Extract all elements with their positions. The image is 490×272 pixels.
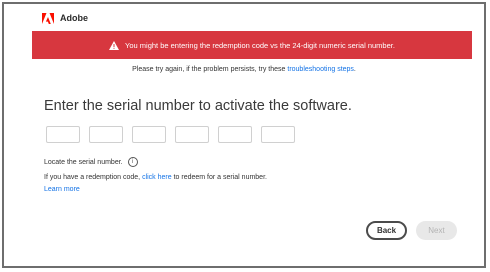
error-message: You might be entering the redemption cod…	[125, 40, 395, 50]
retry-suffix: .	[353, 66, 356, 73]
page-title: Enter the serial number to activate the …	[44, 98, 352, 114]
serial-field-1[interactable]	[46, 126, 80, 143]
brand-name: Adobe	[60, 12, 88, 23]
redeem-suffix: to redeem for a serial number.	[171, 174, 267, 181]
alert-triangle-icon	[109, 40, 120, 50]
back-button[interactable]: Back	[366, 221, 407, 240]
redeem-link[interactable]: click here	[142, 174, 172, 181]
serial-field-5[interactable]	[218, 126, 252, 143]
locate-serial-row: Locate the serial number. i	[44, 157, 138, 167]
serial-field-2[interactable]	[89, 126, 123, 143]
serial-field-4[interactable]	[175, 126, 209, 143]
troubleshooting-link[interactable]: troubleshooting steps	[287, 66, 354, 73]
error-banner: You might be entering the redemption cod…	[32, 31, 472, 59]
retry-message: Please try again, if the problem persist…	[4, 66, 484, 73]
header: Adobe	[4, 4, 484, 31]
learn-more-link[interactable]: Learn more	[44, 186, 80, 193]
locate-serial-label: Locate the serial number.	[44, 158, 123, 166]
serial-field-3[interactable]	[132, 126, 166, 143]
adobe-logo-icon	[42, 12, 54, 24]
redeem-message: If you have a redemption code, click her…	[44, 174, 267, 181]
serial-number-fields	[46, 126, 304, 143]
serial-field-6[interactable]	[261, 126, 295, 143]
redeem-prefix: If you have a redemption code,	[44, 174, 143, 181]
next-button[interactable]: Next	[416, 221, 457, 240]
retry-text: Please try again, if the problem persist…	[132, 66, 288, 73]
dialog-frame: Adobe You might be entering the redempti…	[2, 2, 486, 268]
info-icon[interactable]: i	[127, 157, 138, 167]
